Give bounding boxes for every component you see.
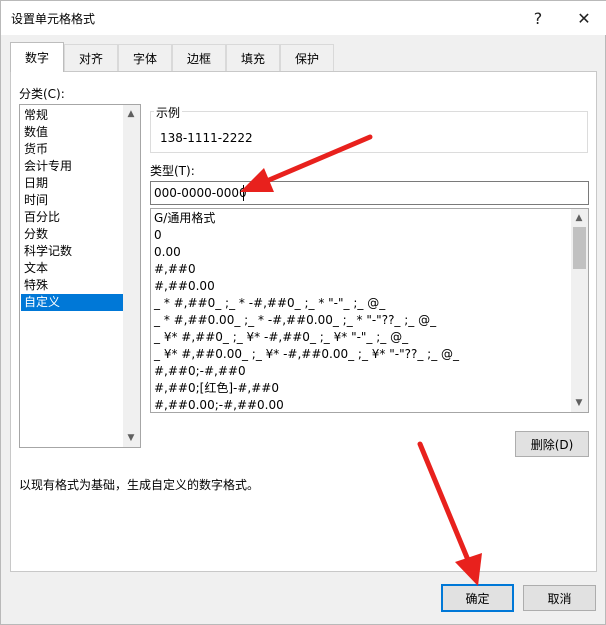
category-item-general[interactable]: 常规 bbox=[21, 107, 123, 124]
ok-button-label: 确定 bbox=[465, 591, 490, 606]
scroll-up-icon[interactable]: ▲ bbox=[571, 210, 587, 226]
scroll-up-icon[interactable]: ▲ bbox=[123, 106, 139, 122]
format-scrollbar[interactable]: ▲ ▼ bbox=[571, 209, 588, 412]
type-input-value: 000-0000-0000 bbox=[154, 186, 247, 200]
tab-fill[interactable]: 填充 bbox=[226, 44, 280, 72]
category-item-text[interactable]: 文本 bbox=[21, 260, 123, 277]
format-item[interactable]: #,##0 bbox=[154, 261, 196, 278]
format-item[interactable]: _ ¥* #,##0.00_ ;_ ¥* -#,##0.00_ ;_ ¥* "-… bbox=[154, 346, 459, 363]
text-cursor bbox=[243, 185, 244, 201]
tab-label: 数字 bbox=[24, 51, 49, 65]
format-item[interactable]: 0.00 bbox=[154, 244, 181, 261]
format-item[interactable]: _ * #,##0_ ;_ * -#,##0_ ;_ * "-"_ ;_ @_ bbox=[154, 295, 385, 312]
category-scrollbar[interactable]: ▲ ▼ bbox=[123, 105, 140, 447]
format-item[interactable]: #,##0;[红色]-#,##0 bbox=[154, 380, 279, 397]
tab-number[interactable]: 数字 bbox=[10, 42, 64, 72]
title-bar: 设置单元格格式 ? ✕ bbox=[1, 1, 606, 35]
tab-alignment[interactable]: 对齐 bbox=[64, 44, 118, 72]
tab-border[interactable]: 边框 bbox=[172, 44, 226, 72]
type-input[interactable]: 000-0000-0000 bbox=[150, 181, 589, 205]
close-icon: ✕ bbox=[577, 8, 591, 28]
help-button[interactable]: ? bbox=[521, 3, 555, 33]
category-item-date[interactable]: 日期 bbox=[21, 175, 123, 192]
category-item-custom[interactable]: 自定义 bbox=[21, 294, 123, 311]
cancel-button-label: 取消 bbox=[547, 591, 572, 606]
tab-label: 保护 bbox=[294, 52, 319, 66]
format-item[interactable]: _ ¥* #,##0_ ;_ ¥* -#,##0_ ;_ ¥* "-"_ ;_ … bbox=[154, 329, 408, 346]
help-icon: ? bbox=[533, 8, 543, 28]
format-item[interactable]: #,##0.00 bbox=[154, 278, 215, 295]
delete-button-label: 删除(D) bbox=[530, 437, 574, 452]
delete-button[interactable]: 删除(D) bbox=[515, 431, 589, 457]
format-cells-dialog: 设置单元格格式 ? ✕ 数字 对齐 字体 边框 填充 保护 分类(C): 常规 … bbox=[0, 0, 606, 625]
category-list[interactable]: 常规 数值 货币 会计专用 日期 时间 百分比 分数 科学记数 文本 特殊 自定… bbox=[19, 104, 141, 448]
description-text: 以现有格式为基础，生成自定义的数字格式。 bbox=[19, 478, 260, 492]
format-item[interactable]: 0 bbox=[154, 227, 162, 244]
format-item[interactable]: _ * #,##0.00_ ;_ * -#,##0.00_ ;_ * "-"??… bbox=[154, 312, 436, 329]
scroll-thumb[interactable] bbox=[573, 227, 586, 269]
category-item-time[interactable]: 时间 bbox=[21, 192, 123, 209]
window-title: 设置单元格格式 bbox=[11, 12, 96, 26]
scroll-down-icon[interactable]: ▼ bbox=[123, 430, 139, 446]
category-item-special[interactable]: 特殊 bbox=[21, 277, 123, 294]
category-item-percentage[interactable]: 百分比 bbox=[21, 209, 123, 226]
category-item-currency[interactable]: 货币 bbox=[21, 141, 123, 158]
category-item-scientific[interactable]: 科学记数 bbox=[21, 243, 123, 260]
tab-font[interactable]: 字体 bbox=[118, 44, 172, 72]
format-list[interactable]: G/通用格式 0 0.00 #,##0 #,##0.00 _ * #,##0_ … bbox=[150, 208, 589, 413]
category-item-number[interactable]: 数值 bbox=[21, 124, 123, 141]
tab-label: 字体 bbox=[132, 52, 157, 66]
tab-protection[interactable]: 保护 bbox=[280, 44, 334, 72]
category-label: 分类(C): bbox=[19, 87, 65, 101]
scroll-down-icon[interactable]: ▼ bbox=[571, 395, 587, 411]
category-item-fraction[interactable]: 分数 bbox=[21, 226, 123, 243]
tab-label: 填充 bbox=[240, 52, 265, 66]
sample-label: 示例 bbox=[154, 104, 183, 121]
category-item-accounting[interactable]: 会计专用 bbox=[21, 158, 123, 175]
format-item[interactable]: #,##0;-#,##0 bbox=[154, 363, 246, 380]
close-button[interactable]: ✕ bbox=[567, 3, 601, 33]
type-label: 类型(T): bbox=[150, 164, 195, 178]
sample-value: 138-1111-2222 bbox=[160, 131, 253, 145]
tab-label: 对齐 bbox=[78, 52, 103, 66]
cancel-button[interactable]: 取消 bbox=[523, 585, 596, 611]
format-item[interactable]: G/通用格式 bbox=[154, 210, 215, 227]
tab-label: 边框 bbox=[186, 52, 211, 66]
ok-button[interactable]: 确定 bbox=[441, 584, 514, 612]
format-item[interactable]: #,##0.00;-#,##0.00 bbox=[154, 397, 284, 414]
